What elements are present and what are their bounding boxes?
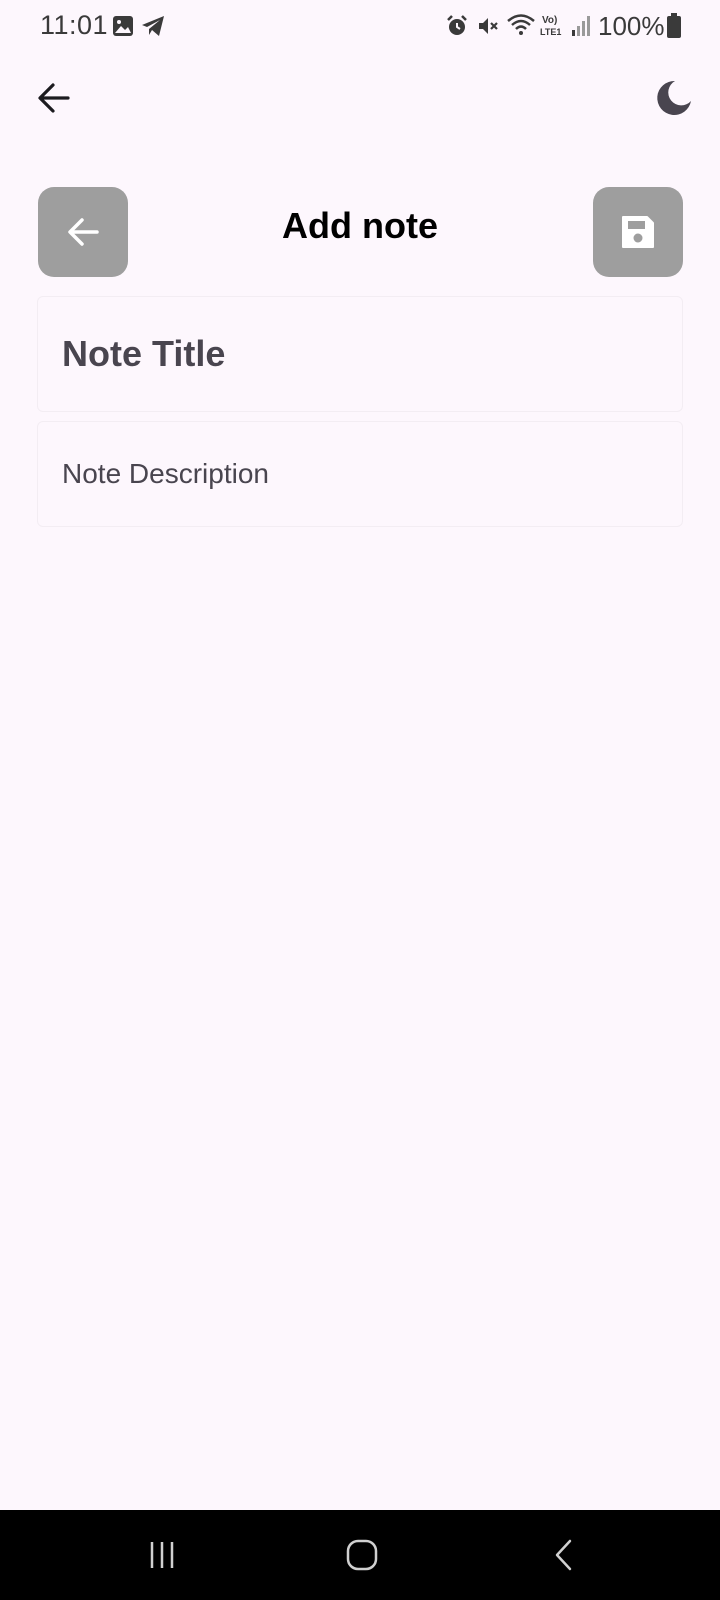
svg-text:LTE1: LTE1 xyxy=(540,27,561,37)
note-description-input[interactable] xyxy=(38,422,682,526)
status-bar: 11:01 Vo) LTE1 100% xyxy=(0,0,720,54)
note-description-field[interactable] xyxy=(37,421,683,527)
battery-percentage: 100% xyxy=(598,11,665,41)
volte-icon: Vo) LTE1 xyxy=(540,15,561,37)
header-back-button[interactable] xyxy=(38,187,128,277)
back-icon xyxy=(555,1539,572,1571)
arrow-left-icon xyxy=(38,83,70,113)
recents-icon xyxy=(150,1542,174,1568)
gallery-icon xyxy=(113,16,133,36)
mute-icon xyxy=(479,18,498,34)
svg-text:Vo): Vo) xyxy=(542,15,557,26)
alarm-icon xyxy=(447,15,467,35)
moon-icon xyxy=(657,80,691,115)
home-icon xyxy=(346,1539,378,1571)
theme-toggle-button[interactable] xyxy=(650,74,698,122)
recents-button[interactable] xyxy=(102,1510,222,1600)
nav-back-button[interactable] xyxy=(505,1510,625,1600)
note-title-field[interactable] xyxy=(37,296,683,412)
app-bar-back-button[interactable] xyxy=(30,74,78,122)
home-button[interactable] xyxy=(302,1510,422,1600)
arrow-left-icon xyxy=(68,218,99,246)
status-time: 11:01 xyxy=(40,10,109,40)
battery-icon xyxy=(667,13,681,38)
note-title-input[interactable] xyxy=(38,297,682,411)
wifi-icon xyxy=(507,14,535,35)
page-title: Add note xyxy=(282,205,438,246)
telegram-icon xyxy=(142,16,164,36)
system-navigation-bar xyxy=(0,1510,720,1600)
save-icon xyxy=(622,216,654,248)
signal-icon xyxy=(572,16,590,36)
save-button[interactable] xyxy=(593,187,683,277)
